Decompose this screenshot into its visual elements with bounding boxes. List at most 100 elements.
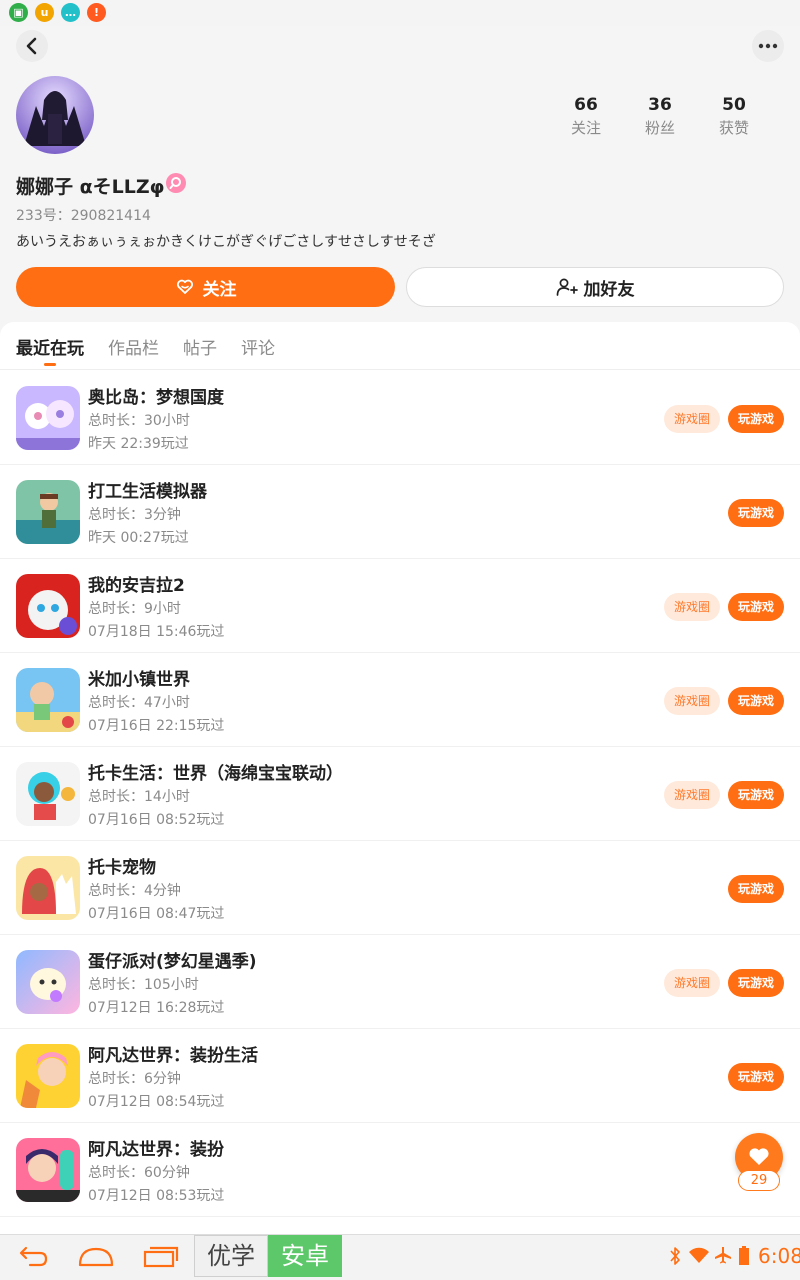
stat-followers[interactable]: 36 粉丝: [620, 95, 700, 138]
username: 娜娜子 αそLLZφ: [16, 176, 165, 198]
game-duration: 总时长：14小时: [88, 789, 190, 805]
play-game-button[interactable]: 玩游戏: [728, 1063, 784, 1091]
follow-button[interactable]: 关注: [16, 267, 395, 307]
game-last-played: 07月12日 08:54玩过: [88, 1094, 225, 1110]
user-bio: あいうえおぁぃぅぇぉかきくけこがぎぐげごさしすせさしすせそざ: [16, 234, 436, 250]
game-name: 阿凡达世界：装扮: [88, 1140, 224, 1160]
user-id: 233号：290821414: [16, 208, 151, 224]
play-game-button[interactable]: 玩游戏: [728, 593, 784, 621]
game-last-played: 07月18日 15:46玩过: [88, 624, 225, 640]
game-row[interactable]: 阿凡达世界：装扮 总时长：60分钟 07月12日 08:53玩过: [0, 1123, 800, 1217]
game-row[interactable]: 托卡生活：世界（海绵宝宝联动） 总时长：14小时 07月16日 08:52玩过 …: [0, 747, 800, 841]
game-last-played: 07月12日 08:53玩过: [88, 1188, 225, 1204]
game-circle-button[interactable]: 游戏圈: [664, 969, 720, 997]
more-dots-icon: [758, 43, 778, 49]
tab-posts[interactable]: 帖子: [183, 334, 217, 359]
alert-notification-icon: !: [87, 3, 106, 22]
stat-value: 66: [574, 95, 598, 115]
game-name: 奥比岛：梦想国度: [88, 388, 224, 408]
more-options-button[interactable]: [752, 30, 784, 62]
play-game-button[interactable]: 玩游戏: [728, 875, 784, 903]
chevron-left-icon: [26, 37, 37, 55]
game-row[interactable]: 阿凡达世界：装扮生活 总时长：6分钟 07月12日 08:54玩过 玩游戏: [0, 1029, 800, 1123]
game-last-played: 昨天 00:27玩过: [88, 530, 189, 546]
game-duration: 总时长：30小时: [88, 413, 190, 429]
play-game-button[interactable]: 玩游戏: [728, 687, 784, 715]
game-icon-angela: [16, 574, 80, 638]
android-launcher-button[interactable]: 安卓: [268, 1235, 342, 1277]
bluetooth-icon: [670, 1247, 680, 1265]
game-last-played: 07月16日 08:52玩过: [88, 812, 225, 828]
wifi-icon: [689, 1247, 709, 1263]
game-name: 蛋仔派对(梦幻星遇季): [88, 952, 257, 972]
play-game-button[interactable]: 玩游戏: [728, 969, 784, 997]
like-count: 29: [738, 1170, 780, 1191]
game-row[interactable]: 米加小镇世界 总时长：47小时 07月16日 22:15玩过 游戏圈 玩游戏: [0, 653, 800, 747]
game-icon-aobi: [16, 386, 80, 450]
game-row[interactable]: 我的安吉拉2 总时长：9小时 07月18日 15:46玩过 游戏圈 玩游戏: [0, 559, 800, 653]
search-badge-icon: [166, 173, 186, 193]
play-game-button[interactable]: 玩游戏: [728, 405, 784, 433]
add-user-icon: [556, 278, 578, 296]
top-status-bar: ▣ u … !: [0, 0, 800, 26]
tab-divider: [0, 369, 800, 370]
game-last-played: 07月16日 08:47玩过: [88, 906, 225, 922]
add-friend-button[interactable]: 加好友: [406, 267, 784, 307]
avatar[interactable]: [16, 76, 94, 154]
nav-home-icon[interactable]: [76, 1241, 116, 1273]
game-icon-toca-world: [16, 762, 80, 826]
follow-button-label: 关注: [202, 279, 237, 300]
stat-label: 关注: [570, 119, 601, 137]
game-name: 托卡宠物: [88, 858, 156, 878]
nav-back-icon[interactable]: [12, 1241, 52, 1273]
youxue-launcher-button[interactable]: 优学: [194, 1235, 268, 1277]
game-icon-toca-pets: [16, 856, 80, 920]
tab-works[interactable]: 作品栏: [108, 334, 159, 359]
battery-icon: [739, 1246, 749, 1265]
stat-likes[interactable]: 50 获赞: [694, 95, 774, 138]
stat-following[interactable]: 66 关注: [546, 95, 626, 138]
game-row[interactable]: 打工生活模拟器 总时长：3分钟 昨天 00:27玩过 玩游戏: [0, 465, 800, 559]
message-notification-icon: …: [61, 3, 80, 22]
tab-recently-played[interactable]: 最近在玩: [16, 334, 84, 359]
game-duration: 总时长：9小时: [88, 601, 181, 617]
heart-outline-icon: [176, 279, 193, 294]
airplane-mode-icon: [715, 1247, 731, 1264]
game-icon-work-life: [16, 480, 80, 544]
stat-value: 50: [722, 95, 746, 115]
tab-comments[interactable]: 评论: [241, 334, 275, 359]
game-duration: 总时长：105小时: [88, 977, 199, 993]
game-circle-button[interactable]: 游戏圈: [664, 781, 720, 809]
game-icon-miga-town: [16, 668, 80, 732]
game-icon-eggy-party: [16, 950, 80, 1014]
game-last-played: 07月16日 22:15玩过: [88, 718, 225, 734]
nav-recent-apps-icon[interactable]: [140, 1241, 180, 1273]
game-circle-button[interactable]: 游戏圈: [664, 687, 720, 715]
game-duration: 总时长：60分钟: [88, 1165, 190, 1181]
game-last-played: 07月12日 16:28玩过: [88, 1000, 225, 1016]
game-name: 托卡生活：世界（海绵宝宝联动）: [88, 764, 343, 784]
game-name: 米加小镇世界: [88, 670, 190, 690]
game-duration: 总时长：6分钟: [88, 1071, 181, 1087]
stat-value: 36: [648, 95, 672, 115]
game-last-played: 昨天 22:39玩过: [88, 436, 189, 452]
game-row[interactable]: 蛋仔派对(梦幻星遇季) 总时长：105小时 07月12日 16:28玩过 游戏圈…: [0, 935, 800, 1029]
game-duration: 总时长：47小时: [88, 695, 190, 711]
game-name: 我的安吉拉2: [88, 576, 185, 596]
game-duration: 总时长：3分钟: [88, 507, 181, 523]
game-row[interactable]: 托卡宠物 总时长：4分钟 07月16日 08:47玩过 玩游戏: [0, 841, 800, 935]
stat-label: 粉丝: [644, 119, 675, 137]
u-app-notification-icon: u: [35, 3, 54, 22]
game-circle-button[interactable]: 游戏圈: [664, 405, 720, 433]
game-duration: 总时长：4分钟: [88, 883, 181, 899]
game-circle-button[interactable]: 游戏圈: [664, 593, 720, 621]
image-notification-icon: ▣: [9, 3, 28, 22]
game-row[interactable]: 奥比岛：梦想国度 总时长：30小时 昨天 22:39玩过 游戏圈 玩游戏: [0, 371, 800, 465]
active-tab-indicator: [44, 363, 56, 366]
back-button[interactable]: [16, 30, 48, 62]
clock: 6:08: [758, 1244, 800, 1268]
play-game-button[interactable]: 玩游戏: [728, 499, 784, 527]
play-game-button[interactable]: 玩游戏: [728, 781, 784, 809]
game-name: 阿凡达世界：装扮生活: [88, 1046, 258, 1066]
game-name: 打工生活模拟器: [88, 482, 207, 502]
